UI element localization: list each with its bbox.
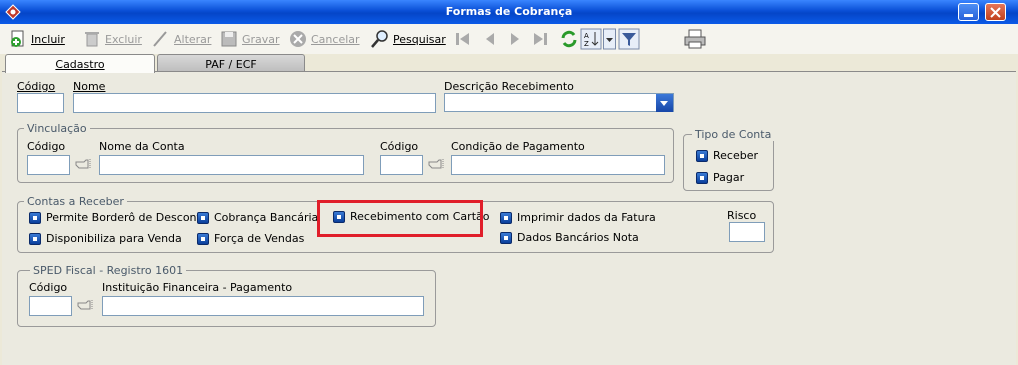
nome-label: Nome [73,80,106,93]
nome-conta-label: Nome da Conta [99,140,185,153]
incluir-button[interactable]: Incluir [8,28,65,50]
pagar-checkbox[interactable]: Pagar [696,171,744,184]
nome-field[interactable] [73,93,436,113]
forca-vendas-checkbox[interactable]: Força de Vendas [197,232,304,245]
cobranca-bancaria-checkbox[interactable]: Cobrança Bancária [197,211,318,224]
lookup-hand-icon[interactable] [77,298,95,312]
risco-field[interactable] [729,222,765,242]
refresh-icon[interactable] [559,28,579,50]
sort-dropdown-icon[interactable] [603,28,616,50]
vinculacao-codigo2-field[interactable] [380,155,423,175]
tab-cadastro[interactable]: Cadastro [5,54,155,73]
tipo-conta-legend: Tipo de Conta [692,128,775,141]
edit-pencil-icon [153,31,167,47]
save-icon [221,31,237,47]
first-record-icon[interactable] [453,28,473,50]
pesquisar-button[interactable]: Pesquisar [370,28,446,50]
codigo-label: Código [17,80,56,93]
tab-bar: Cadastro PAF / ECF [0,54,1018,73]
previous-record-icon[interactable] [480,28,500,50]
sort-icon[interactable]: A Z [580,28,602,50]
excluir-button[interactable]: Excluir [82,28,142,50]
cancel-icon [290,31,306,47]
checkbox-icon [500,231,512,244]
checkbox-icon [696,171,708,184]
sped-legend: SPED Fiscal - Registro 1601 [30,264,187,277]
alterar-button[interactable]: Alterar [151,28,211,50]
title-bar: Formas de Cobrança [0,0,1018,24]
window-title: Formas de Cobrança [445,5,573,18]
contas-receber-legend: Contas a Receber [24,195,127,208]
nome-conta-field[interactable] [99,155,364,175]
add-document-icon [11,30,24,47]
bordero-desconto-checkbox[interactable]: Permite Borderô de Desconto [29,211,208,224]
trash-icon [85,32,99,47]
dados-bancarios-checkbox[interactable]: Dados Bancários Nota [500,231,639,244]
vinculacao-codigo-field[interactable] [27,155,70,175]
instituicao-financeira-field[interactable] [102,296,424,316]
lookup-hand-icon[interactable] [428,157,446,171]
disponibiliza-venda-checkbox[interactable]: Disponibiliza para Venda [29,232,182,245]
tab-paf-ecf[interactable]: PAF / ECF [157,54,305,72]
next-record-icon[interactable] [505,28,525,50]
receber-checkbox[interactable]: Receber [696,149,758,162]
close-button[interactable] [985,3,1006,21]
vinculacao-codigo-label: Código [27,140,66,153]
svg-text:A: A [584,32,589,40]
imprimir-fatura-checkbox[interactable]: Imprimir dados da Fatura [500,211,656,224]
highlight-box [317,200,483,237]
close-icon [990,7,1001,18]
search-icon [371,30,388,48]
vinculacao-legend: Vinculação [24,122,90,135]
filter-icon[interactable] [618,28,640,50]
checkbox-icon [696,149,708,162]
condicao-pagamento-field[interactable] [451,155,665,175]
minimize-button[interactable] [958,3,979,21]
last-record-icon[interactable] [530,28,550,50]
risco-label: Risco [727,209,757,222]
checkbox-icon [500,211,512,224]
toolbar: Incluir Excluir Alterar Gravar Cancelar [0,24,1018,54]
checkbox-icon [197,232,209,245]
checkbox-icon [29,211,41,224]
descricao-recebimento-label: Descrição Recebimento [444,80,574,93]
cancelar-button[interactable]: Cancelar [288,28,360,50]
svg-text:Z: Z [584,40,589,48]
checkbox-icon [197,211,209,224]
print-icon[interactable] [683,28,707,50]
codigo-field[interactable] [17,93,64,113]
vinculacao-codigo2-label: Código [380,140,419,153]
lookup-hand-icon[interactable] [75,157,93,171]
condicao-pagamento-label: Condição de Pagamento [451,140,585,153]
chevron-down-icon[interactable] [656,94,673,112]
sped-codigo-label: Código [29,281,68,294]
descricao-recebimento-select[interactable] [444,93,674,112]
instituicao-financeira-label: Instituição Financeira - Pagamento [102,281,293,294]
sped-codigo-field[interactable] [29,296,72,316]
gravar-button[interactable]: Gravar [219,28,280,50]
checkbox-icon [29,232,41,245]
